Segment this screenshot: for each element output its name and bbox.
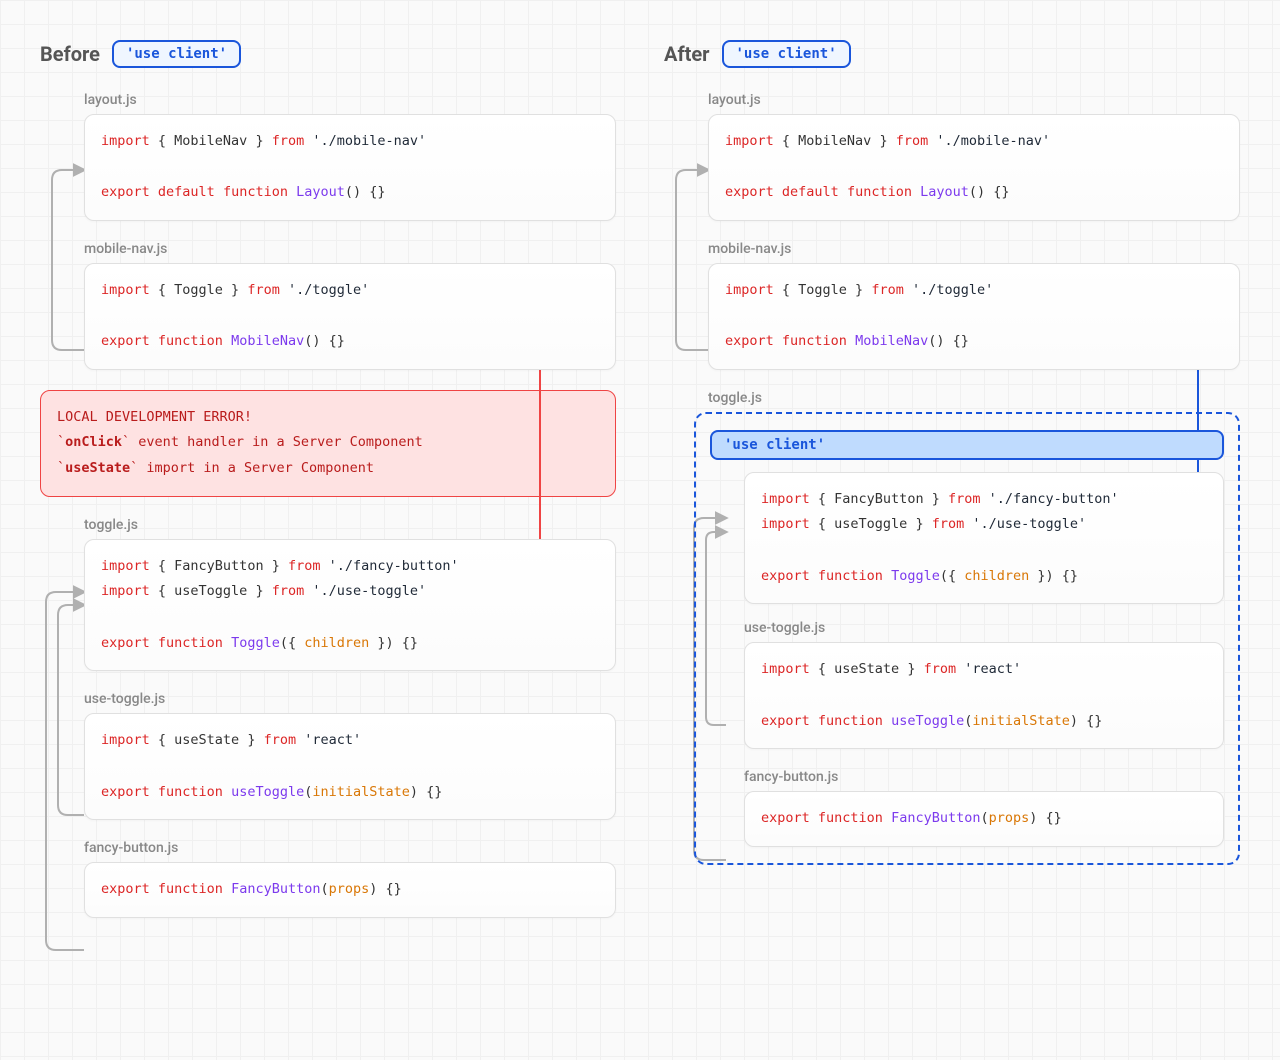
client-boundary: 'use client' import { FancyButton } from… [694,412,1240,865]
after-mobilenav-block: mobile-nav.js import { Toggle } from './… [708,241,1240,370]
after-toggle-label-outer: toggle.js [708,390,1240,406]
file-label: fancy-button.js [744,769,1224,785]
after-layout-block: layout.js import { MobileNav } from './m… [708,92,1240,221]
code-card: import { Toggle } from './toggle' export… [84,263,616,370]
before-layout-block: layout.js import { MobileNav } from './m… [84,92,616,221]
file-label: toggle.js [84,517,616,533]
before-fancybutton-block: fancy-button.js export function FancyBut… [84,840,616,918]
file-label: toggle.js [708,390,1240,406]
after-header: After 'use client' [664,40,1240,68]
error-title: LOCAL DEVELOPMENT ERROR! [57,405,599,431]
before-usetoggle-block: use-toggle.js import { useState } from '… [84,691,616,820]
after-usetoggle-block: use-toggle.js import { useState } from '… [744,620,1224,749]
diagram-container: Before 'use client' layout.js import { M… [40,40,1240,938]
file-label: fancy-button.js [84,840,616,856]
file-label: mobile-nav.js [84,241,616,257]
error-line: `useState` import in a Server Component [57,456,599,482]
file-label: mobile-nav.js [708,241,1240,257]
code-card: import { useState } from 'react' export … [744,642,1224,749]
use-client-pill: 'use client' [722,40,851,68]
file-label: layout.js [84,92,616,108]
code-card: export function FancyButton(props) {} [744,791,1224,847]
after-column: After 'use client' layout.js import { Mo… [664,40,1240,938]
before-header: Before 'use client' [40,40,616,68]
before-mobilenav-block: mobile-nav.js import { Toggle } from './… [84,241,616,370]
after-title: After [664,42,710,66]
use-client-pill: 'use client' [112,40,241,68]
code-card: import { FancyButton } from './fancy-but… [84,539,616,672]
code-card: import { FancyButton } from './fancy-but… [744,472,1224,605]
file-label: layout.js [708,92,1240,108]
code-card: import { useState } from 'react' export … [84,713,616,820]
before-toggle-block: toggle.js import { FancyButton } from '.… [84,517,616,672]
after-fancybutton-block: fancy-button.js export function FancyBut… [744,769,1224,847]
file-label: use-toggle.js [84,691,616,707]
code-card: import { Toggle } from './toggle' export… [708,263,1240,370]
error-line: `onClick` event handler in a Server Comp… [57,430,599,456]
after-toggle-block: import { FancyButton } from './fancy-but… [744,472,1224,605]
file-label: use-toggle.js [744,620,1224,636]
before-title: Before [40,42,100,66]
before-column: Before 'use client' layout.js import { M… [40,40,616,938]
error-card: LOCAL DEVELOPMENT ERROR! `onClick` event… [40,390,616,497]
use-client-bar: 'use client' [710,430,1224,460]
code-card: export function FancyButton(props) {} [84,862,616,918]
code-card: import { MobileNav } from './mobile-nav'… [708,114,1240,221]
code-card: import { MobileNav } from './mobile-nav'… [84,114,616,221]
